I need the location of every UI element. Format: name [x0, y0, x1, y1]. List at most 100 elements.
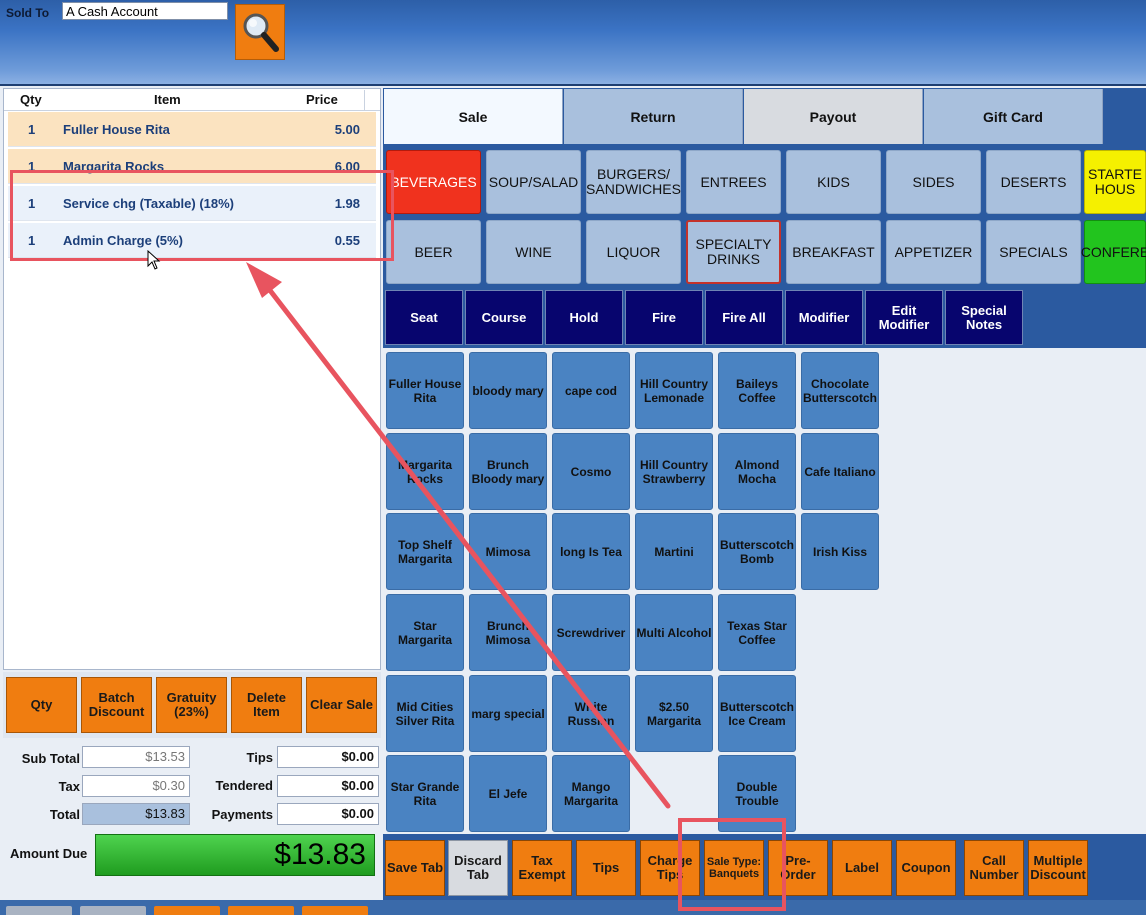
sub-total-value: $13.53 — [82, 746, 190, 768]
order-action-bar: Qty Batch Discount Gratuity (23%) Delete… — [3, 672, 381, 738]
category-specialty-drinks[interactable]: SPECIALTY DRINKS — [686, 220, 781, 284]
menu-item[interactable]: $2.50 Margarita — [635, 675, 713, 752]
sub-total-label: Sub Total — [21, 751, 80, 766]
save-tab-button[interactable]: Save Tab — [385, 840, 445, 896]
multiple-discount-button[interactable]: Multiple Discount — [1028, 840, 1088, 896]
course-button[interactable]: Course — [465, 290, 543, 345]
order-row-price: 5.00 — [334, 122, 360, 137]
category-soup-salad[interactable]: SOUP/SALAD — [486, 150, 581, 214]
category-wine[interactable]: WINE — [486, 220, 581, 284]
menu-item[interactable]: Cosmo — [552, 433, 630, 510]
footer-tab[interactable] — [302, 906, 368, 915]
total-label: Total — [49, 807, 80, 822]
menu-item[interactable]: Irish Kiss — [801, 513, 879, 590]
order-list-header: Qty Item Price — [4, 90, 380, 111]
hold-button[interactable]: Hold — [545, 290, 623, 345]
magnifier-icon — [243, 13, 279, 52]
clear-sale-button[interactable]: Clear Sale — [306, 677, 377, 733]
menu-item[interactable]: Butterscotch Bomb — [718, 513, 796, 590]
seat-button[interactable]: Seat — [385, 290, 463, 345]
tips-button[interactable]: Tips — [576, 840, 636, 896]
qty-column-header: Qty — [20, 92, 42, 107]
menu-item[interactable]: Mimosa — [469, 513, 547, 590]
tendered-field[interactable]: $0.00 — [277, 775, 379, 797]
menu-item[interactable]: Cafe Italiano — [801, 433, 879, 510]
menu-item[interactable]: Star Margarita — [386, 594, 464, 671]
menu-item[interactable]: Margarita Rocks — [386, 433, 464, 510]
qty-button[interactable]: Qty — [6, 677, 77, 733]
tab-sale[interactable]: Sale — [384, 89, 563, 144]
category-specials[interactable]: SPECIALS — [986, 220, 1081, 284]
annotation-highlight-sale-type — [678, 818, 786, 911]
footer-tab[interactable] — [228, 906, 294, 915]
tax-value: $0.30 — [82, 775, 190, 797]
menu-item[interactable]: Hill Country Strawberry — [635, 433, 713, 510]
delete-item-button[interactable]: Delete Item — [231, 677, 302, 733]
tab-return[interactable]: Return — [564, 89, 743, 144]
order-row-item: Fuller House Rita — [63, 122, 170, 137]
order-row-qty: 1 — [28, 122, 36, 137]
mouse-cursor-icon — [147, 250, 161, 270]
payments-label: Payments — [211, 807, 273, 822]
menu-item[interactable]: Chocolate Butterscotch — [801, 352, 879, 429]
sold-to-input[interactable]: A Cash Account — [62, 2, 228, 20]
menu-item[interactable]: Martini — [635, 513, 713, 590]
fire-button[interactable]: Fire — [625, 290, 703, 345]
discard-tab-button[interactable]: Discard Tab — [448, 840, 508, 896]
menu-item[interactable]: White Russian — [552, 675, 630, 752]
tab-gift-card[interactable]: Gift Card — [924, 89, 1103, 144]
category-beverages[interactable]: BEVERAGES — [386, 150, 481, 214]
menu-item[interactable]: Hill Country Lemonade — [635, 352, 713, 429]
category-breakfast[interactable]: BREAKFAST — [786, 220, 881, 284]
menu-item[interactable]: Fuller House Rita — [386, 352, 464, 429]
category-conference[interactable]: CONFERE — [1081, 220, 1146, 284]
special-notes-button[interactable]: Special Notes — [945, 290, 1023, 345]
menu-item[interactable]: Top Shelf Margarita — [386, 513, 464, 590]
menu-item[interactable]: Texas Star Coffee — [718, 594, 796, 671]
order-row[interactable]: 1 Fuller House Rita 5.00 — [8, 112, 376, 147]
tax-label: Tax — [58, 779, 80, 794]
category-deserts[interactable]: DESERTS — [986, 150, 1081, 214]
category-beer[interactable]: BEER — [386, 220, 481, 284]
label-button[interactable]: Label — [832, 840, 892, 896]
tendered-label: Tendered — [215, 778, 273, 793]
menu-item[interactable]: Brunch Bloody mary — [469, 433, 547, 510]
category-starters[interactable]: STARTE HOUS — [1084, 150, 1146, 214]
menu-item[interactable]: Star Grande Rita — [386, 755, 464, 832]
menu-item[interactable]: El Jefe — [469, 755, 547, 832]
category-sides[interactable]: SIDES — [886, 150, 981, 214]
footer-tab[interactable] — [6, 906, 72, 915]
footer-tab[interactable] — [154, 906, 220, 915]
menu-item[interactable]: Multi Alcohol — [635, 594, 713, 671]
modifier-button[interactable]: Modifier — [785, 290, 863, 345]
category-entrees[interactable]: ENTREES — [686, 150, 781, 214]
category-liquor[interactable]: LIQUOR — [586, 220, 681, 284]
footer-tab[interactable] — [80, 906, 146, 915]
fire-all-button[interactable]: Fire All — [705, 290, 783, 345]
category-burgers-sandwiches[interactable]: BURGERS/ SANDWICHES — [586, 150, 681, 214]
menu-item[interactable]: Mid Cities Silver Rita — [386, 675, 464, 752]
menu-item[interactable]: long Is Tea — [552, 513, 630, 590]
menu-item[interactable]: cape cod — [552, 352, 630, 429]
menu-item[interactable]: Mango Margarita — [552, 755, 630, 832]
call-number-button[interactable]: Call Number — [964, 840, 1024, 896]
menu-item[interactable]: Baileys Coffee — [718, 352, 796, 429]
category-appetizer[interactable]: APPETIZER — [886, 220, 981, 284]
menu-item[interactable]: bloody mary — [469, 352, 547, 429]
gratuity-button[interactable]: Gratuity (23%) — [156, 677, 227, 733]
menu-item[interactable]: Almond Mocha — [718, 433, 796, 510]
tips-label: Tips — [246, 750, 274, 765]
tips-field[interactable]: $0.00 — [277, 746, 379, 768]
tax-exempt-button[interactable]: Tax Exempt — [512, 840, 572, 896]
search-customer-button[interactable] — [235, 4, 285, 60]
coupon-button[interactable]: Coupon — [896, 840, 956, 896]
batch-discount-button[interactable]: Batch Discount — [81, 677, 152, 733]
tab-payout[interactable]: Payout — [744, 89, 923, 144]
menu-item[interactable]: Butterscotch Ice Cream — [718, 675, 796, 752]
menu-item[interactable]: marg special — [469, 675, 547, 752]
edit-modifier-button[interactable]: Edit Modifier — [865, 290, 943, 345]
menu-item[interactable]: Screwdriver — [552, 594, 630, 671]
item-column-header: Item — [154, 92, 181, 107]
category-kids[interactable]: KIDS — [786, 150, 881, 214]
menu-item[interactable]: Brunch Mimosa — [469, 594, 547, 671]
